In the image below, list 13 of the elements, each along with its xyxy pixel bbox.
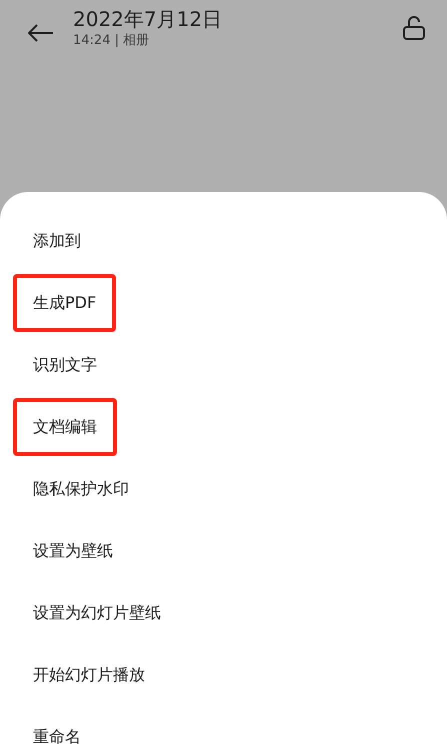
unlocked-padlock-icon[interactable]	[403, 16, 425, 40]
menu-item[interactable]: 开始幻灯片播放	[33, 665, 145, 684]
menu-item[interactable]: 隐私保护水印	[33, 479, 129, 498]
menu-item[interactable]: 生成PDF	[33, 293, 96, 312]
menu-item[interactable]: 设置为幻灯片壁纸	[33, 603, 161, 622]
menu-item[interactable]: 添加到	[33, 231, 81, 250]
menu-item[interactable]: 识别文字	[33, 355, 97, 374]
photo-info: 14:24 | 相册	[73, 32, 150, 50]
photo-date: 2022年7月12日	[73, 6, 224, 32]
back-arrow-icon[interactable]	[28, 24, 54, 42]
menu-item[interactable]: 设置为壁纸	[33, 541, 113, 560]
menu-item[interactable]: 文档编辑	[33, 417, 97, 436]
menu-item[interactable]: 重命名	[33, 727, 81, 745]
